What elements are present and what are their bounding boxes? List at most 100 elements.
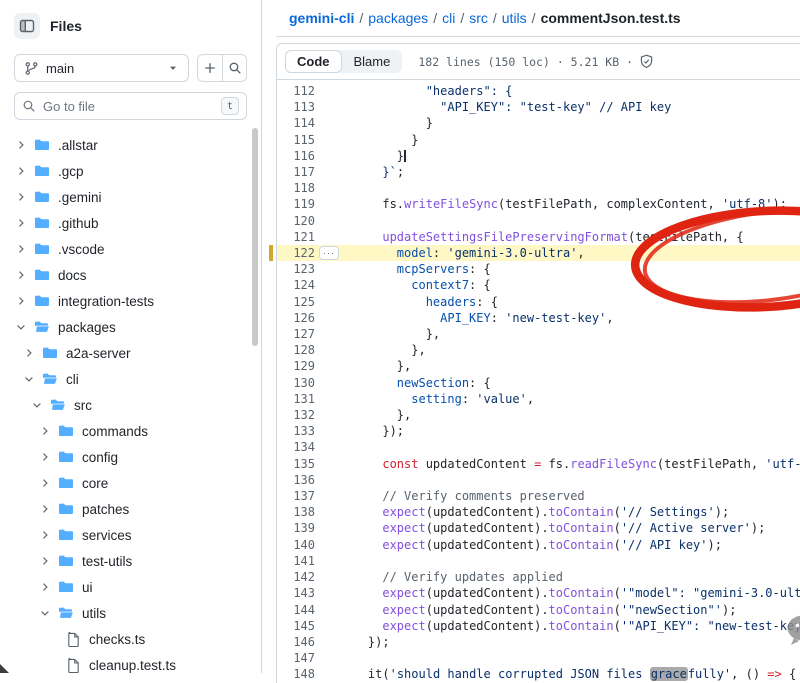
breadcrumb-repo-link[interactable]: gemini-cli: [289, 10, 354, 26]
line-number[interactable]: 131: [277, 391, 315, 407]
tree-item-config[interactable]: config: [0, 444, 261, 470]
line-number[interactable]: 119: [277, 196, 315, 212]
line-number[interactable]: 126: [277, 310, 315, 326]
tree-item-.gemini[interactable]: .gemini: [0, 184, 261, 210]
tree-item-cli[interactable]: cli: [0, 366, 261, 392]
line-number[interactable]: 137: [277, 488, 315, 504]
code-line-124: 124 context7: {: [277, 277, 800, 293]
line-number[interactable]: 136: [277, 472, 315, 488]
folder-icon: [34, 215, 50, 231]
line-number[interactable]: 140: [277, 537, 315, 553]
search-tree-button[interactable]: [222, 55, 246, 81]
line-number[interactable]: 118: [277, 180, 315, 196]
line-number[interactable]: 144: [277, 602, 315, 618]
tree-item-.allstar[interactable]: .allstar: [0, 132, 261, 158]
chevron-down-icon: [15, 321, 27, 333]
line-action-slot: [315, 213, 339, 229]
code-text: }: [339, 148, 406, 164]
tree-item-ui[interactable]: ui: [0, 574, 261, 600]
code-text: // Verify comments preserved: [339, 488, 585, 504]
file-meta-text: 182 lines (150 loc) · 5.21 KB ·: [418, 55, 633, 69]
tree-item-cleanup.test.ts[interactable]: cleanup.test.ts: [0, 652, 261, 678]
tree-item-.github[interactable]: .github: [0, 210, 261, 236]
tree-item-label: .vscode: [58, 242, 105, 257]
tree-item-label: .github: [58, 216, 99, 231]
tree-item-src[interactable]: src: [0, 392, 261, 418]
line-number[interactable]: 124: [277, 277, 315, 293]
tab-code[interactable]: Code: [285, 50, 342, 73]
tree-item-docs[interactable]: docs: [0, 262, 261, 288]
code-text: const updatedContent = fs.readFileSync(t…: [339, 456, 800, 472]
sidebar-toggle-button[interactable]: [14, 13, 40, 39]
corner-artifact: [0, 664, 9, 673]
code-box: Code Blame 182 lines (150 loc) · 5.21 KB…: [276, 43, 800, 683]
code-text: model: 'gemini-3.0-ultra',: [339, 245, 585, 261]
code-line-118: 118: [277, 180, 800, 196]
line-number[interactable]: 115: [277, 132, 315, 148]
breadcrumb-path-link[interactable]: cli: [442, 10, 455, 26]
code-line-128: 128 },: [277, 342, 800, 358]
go-to-file-placeholder: Go to file: [43, 99, 95, 114]
tree-action-buttons: [197, 54, 247, 82]
line-number[interactable]: 139: [277, 520, 315, 536]
code-line-141: 141: [277, 553, 800, 569]
tree-item-checks.ts[interactable]: checks.ts: [0, 626, 261, 652]
line-number[interactable]: 142: [277, 569, 315, 585]
line-number[interactable]: 143: [277, 585, 315, 601]
line-number[interactable]: 123: [277, 261, 315, 277]
code-line-116: 116 }: [277, 148, 800, 164]
tab-blame[interactable]: Blame: [342, 50, 403, 73]
line-number[interactable]: 113: [277, 99, 315, 115]
line-number[interactable]: 148: [277, 666, 315, 682]
sidebar-scrollbar[interactable]: [252, 128, 258, 346]
line-action-slot: [315, 456, 339, 472]
tree-item-commands[interactable]: commands: [0, 418, 261, 444]
breadcrumb-path-link[interactable]: utils: [502, 10, 527, 26]
line-number[interactable]: 132: [277, 407, 315, 423]
tree-item-core[interactable]: core: [0, 470, 261, 496]
line-number[interactable]: 147: [277, 650, 315, 666]
tree-item-.gcp[interactable]: .gcp: [0, 158, 261, 184]
code-text: updateSettingsFilePreservingFormat(testF…: [339, 229, 744, 245]
tree-item-patches[interactable]: patches: [0, 496, 261, 522]
line-action-slot: [315, 180, 339, 196]
expand-hunk-button[interactable]: ···: [319, 246, 339, 260]
line-number[interactable]: 122: [277, 245, 315, 261]
line-number[interactable]: 127: [277, 326, 315, 342]
breadcrumb-path-link[interactable]: src: [469, 10, 488, 26]
folder-icon: [42, 345, 58, 361]
tree-item-packages[interactable]: packages: [0, 314, 261, 340]
line-number[interactable]: 121: [277, 229, 315, 245]
line-number[interactable]: 128: [277, 342, 315, 358]
chevron-right-icon: [39, 425, 51, 437]
tree-item-utils[interactable]: utils: [0, 600, 261, 626]
code-line-144: 144 expect(updatedContent).toContain('"n…: [277, 602, 800, 618]
tree-item-services[interactable]: services: [0, 522, 261, 548]
tree-item-a2a-server[interactable]: a2a-server: [0, 340, 261, 366]
branch-selector[interactable]: main: [14, 54, 189, 82]
line-number[interactable]: 116: [277, 148, 315, 164]
code-text: },: [339, 326, 440, 342]
add-file-button[interactable]: [198, 55, 222, 81]
chevron-right-icon: [15, 165, 27, 177]
breadcrumb-path-link[interactable]: packages: [368, 10, 428, 26]
tree-item-integration-tests[interactable]: integration-tests: [0, 288, 261, 314]
chevron-right-icon: [39, 555, 51, 567]
line-number[interactable]: 117: [277, 164, 315, 180]
tree-item-test-utils[interactable]: test-utils: [0, 548, 261, 574]
line-number[interactable]: 130: [277, 375, 315, 391]
line-number[interactable]: 125: [277, 294, 315, 310]
line-number[interactable]: 134: [277, 439, 315, 455]
line-number[interactable]: 146: [277, 634, 315, 650]
line-number[interactable]: 133: [277, 423, 315, 439]
tree-item-.vscode[interactable]: .vscode: [0, 236, 261, 262]
line-number[interactable]: 138: [277, 504, 315, 520]
line-number[interactable]: 112: [277, 83, 315, 99]
go-to-file-input[interactable]: Go to file t: [14, 92, 247, 120]
line-number[interactable]: 145: [277, 618, 315, 634]
line-number[interactable]: 129: [277, 358, 315, 374]
line-number[interactable]: 120: [277, 213, 315, 229]
line-number[interactable]: 135: [277, 456, 315, 472]
line-number[interactable]: 141: [277, 553, 315, 569]
line-number[interactable]: 114: [277, 115, 315, 131]
